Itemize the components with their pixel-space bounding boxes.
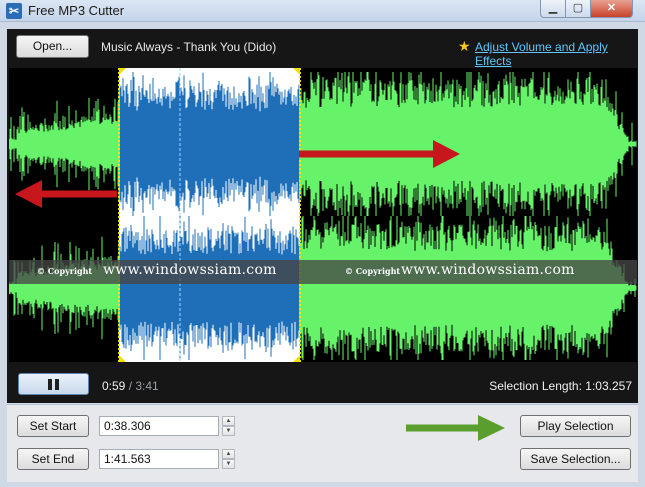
spin-up-icon[interactable]: ▲ <box>222 449 235 459</box>
start-time-spinner[interactable]: ▲ ▼ <box>222 416 235 436</box>
minimize-button[interactable]: ▁ <box>540 0 566 18</box>
spin-down-icon[interactable]: ▼ <box>222 459 235 469</box>
selection-length-label: Selection Length: <box>489 379 582 393</box>
total-time: 3:41 <box>135 379 159 393</box>
track-title: Music Always - Thank You (Dido) <box>101 40 277 54</box>
selection-controls: Set Start ▲▼ Set End ▲▼ Play Selection S… <box>7 404 638 482</box>
save-selection-button[interactable]: Save Selection... <box>520 448 631 470</box>
set-end-button[interactable]: Set End <box>17 448 89 470</box>
top-toolbar: Open... Music Always - Thank You (Dido) … <box>7 29 638 68</box>
end-time-field[interactable] <box>99 449 219 469</box>
watermark-banner: © Copyright www.windowssiam.com © Copyri… <box>9 260 637 284</box>
waveform-svg <box>9 68 637 362</box>
start-time-field[interactable] <box>99 416 219 436</box>
transport-bar: 0:59 / 3:41 Selection Length: 1:03.257 <box>7 366 638 403</box>
waveform-channel-bottom <box>9 216 637 360</box>
pause-icon <box>48 379 60 390</box>
window-title: Free MP3 Cutter <box>28 3 125 18</box>
arrow-right-icon <box>406 415 505 441</box>
waveform-view[interactable]: © Copyright www.windowssiam.com © Copyri… <box>9 68 637 362</box>
spin-up-icon[interactable]: ▲ <box>222 416 235 426</box>
end-time-spinner[interactable]: ▲ ▼ <box>222 449 235 469</box>
selection-waveform-bottom <box>119 216 300 360</box>
selection-length: Selection Length: 1:03.257 <box>489 379 632 393</box>
title-bar: ✂ Free MP3 Cutter ▁ ▢ ✕ <box>0 0 645 22</box>
playback-time: 0:59 / 3:41 <box>102 379 159 393</box>
spin-down-icon[interactable]: ▼ <box>222 426 235 436</box>
adjust-effects-link[interactable]: Adjust Volume and Apply Effects <box>475 40 638 68</box>
main-panel: Open... Music Always - Thank You (Dido) … <box>7 29 638 403</box>
arrow-left-icon <box>15 180 117 208</box>
watermark-url: www.windowssiam.com <box>103 262 277 278</box>
set-start-button[interactable]: Set Start <box>17 415 89 437</box>
watermark-copyright: © Copyright <box>37 266 93 276</box>
maximize-button[interactable]: ▢ <box>565 0 591 18</box>
pause-button[interactable] <box>18 373 89 395</box>
scissors-icon: ✂ <box>6 3 22 19</box>
current-time: 0:59 <box>102 379 126 393</box>
close-button[interactable]: ✕ <box>590 0 633 18</box>
watermark-copyright: © Copyright <box>345 266 401 276</box>
selection-length-value: 1:03.257 <box>585 379 632 393</box>
time-separator: / <box>125 379 136 393</box>
star-icon: ★ <box>458 38 471 54</box>
play-selection-button[interactable]: Play Selection <box>520 415 631 437</box>
watermark-url: www.windowssiam.com <box>401 262 575 278</box>
open-button[interactable]: Open... <box>16 35 89 58</box>
